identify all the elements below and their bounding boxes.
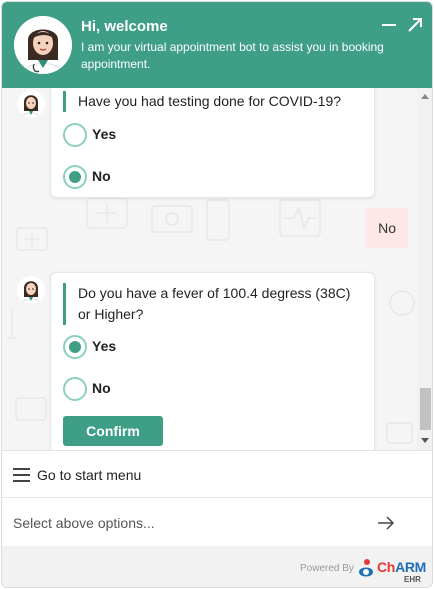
- chat-widget: Hi, welcome I am your virtual appointmen…: [1, 1, 433, 588]
- option-label: Yes: [92, 126, 117, 142]
- powered-by-text: Powered By: [300, 563, 354, 574]
- message-input-row: [2, 500, 432, 546]
- scroll-up-icon[interactable]: [421, 94, 429, 99]
- scroll-down-icon[interactable]: [421, 438, 429, 443]
- minimize-icon[interactable]: [380, 16, 398, 34]
- charm-ehr-logo: ChARM EHR: [357, 554, 427, 584]
- brand-name: ChARM: [377, 559, 427, 575]
- radio-button[interactable]: [63, 123, 87, 147]
- brand-sub: EHR: [404, 575, 421, 584]
- bot-avatar-large: [14, 16, 72, 74]
- scrollbar-thumb[interactable]: [420, 388, 431, 430]
- question-text: Have you had testing done for COVID-19?: [63, 91, 363, 112]
- charm-logo-icon: [357, 558, 375, 580]
- chat-header: Hi, welcome I am your virtual appointmen…: [2, 2, 432, 88]
- question-text: Do you have a fever of 100.4 degress (38…: [63, 283, 363, 325]
- bot-question-card: Do you have a fever of 100.4 degress (38…: [50, 272, 375, 450]
- confirm-button[interactable]: Confirm: [63, 416, 163, 446]
- hamburger-icon: [13, 468, 31, 482]
- expand-icon[interactable]: [406, 16, 424, 34]
- option-label: Yes: [92, 338, 117, 354]
- bot-avatar: [17, 90, 45, 118]
- chat-scrollbar[interactable]: [417, 88, 432, 450]
- radio-button-selected[interactable]: [63, 335, 87, 359]
- radio-button[interactable]: [63, 377, 87, 401]
- user-message-bubble: No: [366, 208, 408, 248]
- bot-question-card: Have you had testing done for COVID-19? …: [50, 88, 375, 198]
- header-subtitle: I am your virtual appointment bot to ass…: [81, 40, 384, 71]
- option-label: No: [92, 380, 111, 396]
- bot-avatar: [17, 276, 45, 304]
- header-title: Hi, welcome: [81, 18, 168, 35]
- radio-button-selected[interactable]: [63, 165, 87, 189]
- chat-footer: Powered By ChARM EHR: [2, 546, 432, 587]
- option-label: No: [92, 168, 111, 184]
- start-menu-label: Go to start menu: [37, 467, 142, 483]
- arrow-right-icon[interactable]: [376, 515, 396, 531]
- chat-messages-area[interactable]: Have you had testing done for COVID-19? …: [2, 88, 432, 450]
- start-menu-button[interactable]: Go to start menu: [2, 450, 432, 498]
- message-input[interactable]: [2, 500, 372, 546]
